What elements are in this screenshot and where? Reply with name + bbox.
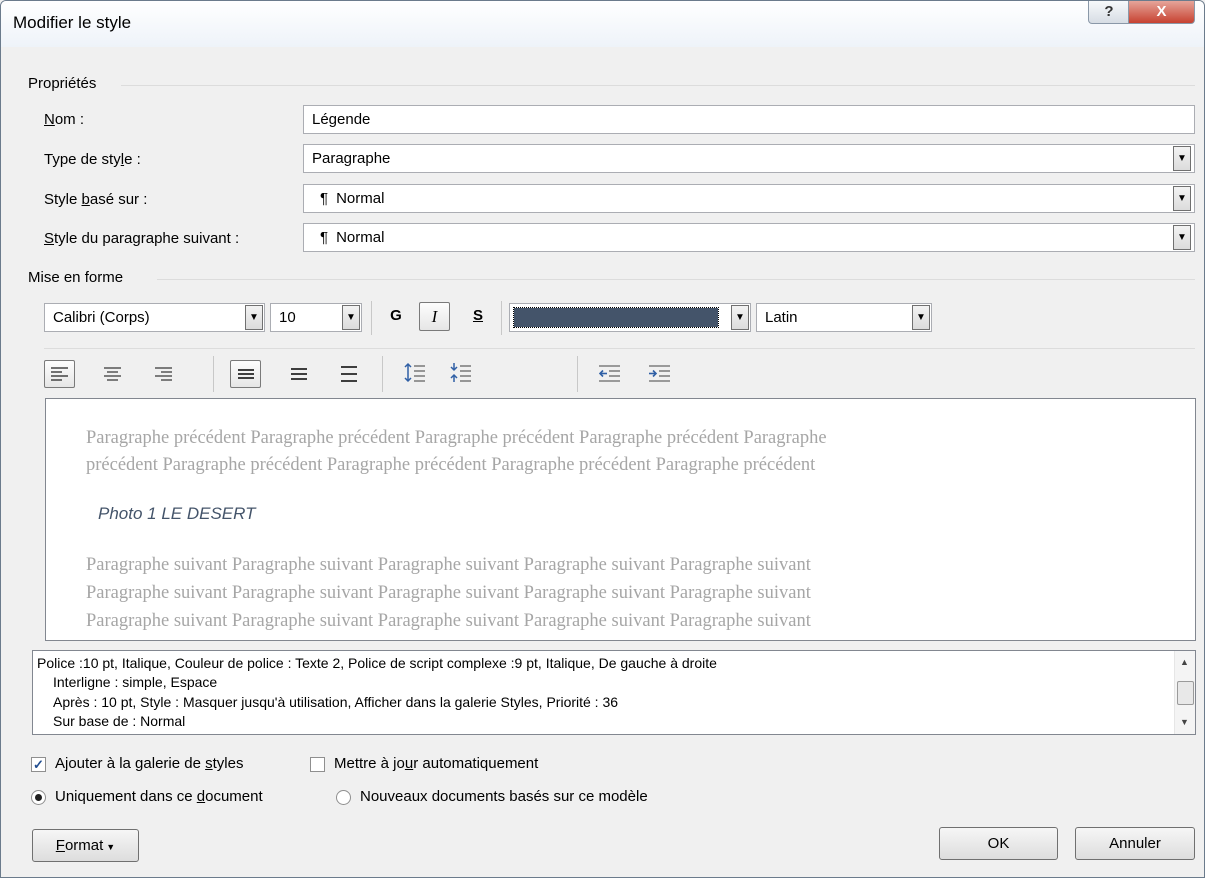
next-style-select[interactable]: ¶ Normal: [303, 223, 1195, 252]
one-half-spacing-icon: [291, 368, 307, 380]
font-color-select[interactable]: [509, 303, 751, 332]
increase-indent-button[interactable]: [645, 360, 675, 388]
based-on-dropdown-icon[interactable]: ▼: [1173, 186, 1191, 211]
font-color-swatch: [513, 307, 719, 328]
formatting-section-label: Mise en forme: [28, 269, 124, 286]
previous-paragraph-line: Paragraphe précédent Paragraphe précéden…: [86, 428, 827, 448]
modify-style-dialog: Modifier le style ? X Propriétés Nom : L…: [0, 0, 1205, 878]
single-spacing-icon: [238, 369, 254, 379]
next-paragraph-line: Paragraphe suivant Paragraphe suivant Pa…: [86, 583, 811, 603]
auto-update-label[interactable]: Mettre à jour automatiquement: [334, 755, 538, 772]
italic-label: I: [431, 307, 438, 326]
sample-caption: Photo 1 LE DESERT: [98, 504, 256, 523]
dialog-title: Modifier le style: [13, 13, 132, 32]
description-scrollbar[interactable]: ▲ ▼: [1174, 651, 1195, 734]
decrease-spacing-button[interactable]: [445, 360, 475, 388]
description-line: Interligne : simple, Espace: [53, 674, 218, 690]
scroll-down-icon[interactable]: ▼: [1180, 717, 1189, 727]
cancel-button[interactable]: Annuler: [1075, 827, 1195, 860]
properties-divider: [121, 85, 1195, 86]
based-on-label: Style basé sur :: [44, 191, 148, 208]
scroll-up-icon[interactable]: ▲: [1180, 657, 1189, 667]
pilcrow-icon: ¶: [320, 229, 329, 246]
double-spacing-button[interactable]: [334, 360, 364, 388]
only-this-document-radio[interactable]: [31, 790, 46, 805]
toolbar-separator: [501, 301, 502, 335]
align-right-icon: [155, 367, 172, 381]
previous-paragraph-line: précédent Paragraphe précédent Paragraph…: [86, 455, 816, 475]
description-line: Sur base de : Normal: [53, 713, 186, 729]
size-dropdown-icon[interactable]: ▼: [342, 305, 360, 330]
description-line: Police :10 pt, Italique, Couleur de poli…: [37, 655, 717, 671]
close-button[interactable]: X: [1128, 1, 1195, 24]
dropdown-arrow-icon: ▼: [106, 842, 116, 852]
align-left-button[interactable]: [44, 360, 75, 388]
based-on-select[interactable]: ¶ Normal: [303, 184, 1195, 213]
new-documents-label[interactable]: Nouveaux documents basés sur ce modèle: [360, 788, 648, 805]
scroll-thumb[interactable]: [1177, 681, 1194, 705]
style-type-label: Type de style :: [44, 151, 141, 168]
only-this-document-label[interactable]: Uniquement dans ce document: [55, 788, 263, 805]
decrease-indent-button[interactable]: [595, 360, 625, 388]
toolbar-separator: [371, 301, 372, 335]
italic-button[interactable]: I: [419, 302, 450, 331]
next-style-dropdown-icon[interactable]: ▼: [1173, 225, 1191, 250]
add-to-gallery-checkbox[interactable]: ✓: [31, 757, 46, 772]
font-color-dropdown-icon[interactable]: ▼: [731, 305, 749, 330]
style-description: Police :10 pt, Italique, Couleur de poli…: [32, 650, 1196, 735]
next-paragraph-line: Paragraphe suivant Paragraphe suivant Pa…: [86, 555, 811, 575]
underline-button[interactable]: S: [468, 307, 488, 324]
single-spacing-button[interactable]: [230, 360, 261, 388]
one-half-spacing-button[interactable]: [284, 360, 314, 388]
decrease-indent-icon: [599, 365, 620, 382]
style-preview: Paragraphe précédent Paragraphe précéden…: [45, 398, 1196, 641]
next-style-label: Style du paragraphe suivant :: [44, 230, 240, 247]
decrease-spacing-icon: [450, 363, 471, 382]
toolbar-separator: [382, 356, 383, 392]
style-type-dropdown-icon[interactable]: ▼: [1173, 146, 1191, 171]
style-type-select[interactable]: Paragraphe: [303, 144, 1195, 173]
properties-section-label: Propriétés: [28, 75, 97, 92]
align-left-icon: [51, 367, 68, 381]
ok-button[interactable]: OK: [939, 827, 1058, 860]
add-to-gallery-label[interactable]: Ajouter à la galerie de styles: [55, 755, 243, 772]
toolbar-separator: [213, 356, 214, 392]
align-center-icon: [104, 367, 121, 381]
increase-indent-icon: [649, 365, 670, 382]
script-select[interactable]: Latin: [756, 303, 932, 332]
script-dropdown-icon[interactable]: ▼: [912, 305, 930, 330]
font-select[interactable]: Calibri (Corps): [44, 303, 265, 332]
title-bar: Modifier le style ? X: [1, 1, 1204, 47]
new-documents-radio[interactable]: [336, 790, 351, 805]
font-dropdown-icon[interactable]: ▼: [245, 305, 263, 330]
double-spacing-icon: [341, 366, 357, 382]
next-paragraph-line: Paragraphe suivant Paragraphe suivant Pa…: [86, 611, 811, 631]
increase-spacing-icon: [404, 362, 425, 383]
toolbar-divider: [44, 348, 1195, 349]
formatting-divider: [157, 279, 1195, 280]
name-input[interactable]: Légende: [303, 105, 1195, 134]
help-button[interactable]: ?: [1088, 1, 1130, 24]
name-label: Nom :: [44, 111, 85, 128]
description-line: Après : 10 pt, Style : Masquer jusqu'à u…: [53, 694, 619, 710]
auto-update-checkbox[interactable]: [310, 757, 325, 772]
increase-spacing-button[interactable]: [399, 360, 429, 388]
pilcrow-icon: ¶: [320, 190, 329, 207]
format-menu-button[interactable]: Format ▼: [32, 829, 139, 862]
align-center-button[interactable]: [98, 360, 128, 388]
align-right-button[interactable]: [149, 360, 179, 388]
bold-button[interactable]: G: [386, 307, 406, 324]
toolbar-separator: [577, 356, 578, 392]
